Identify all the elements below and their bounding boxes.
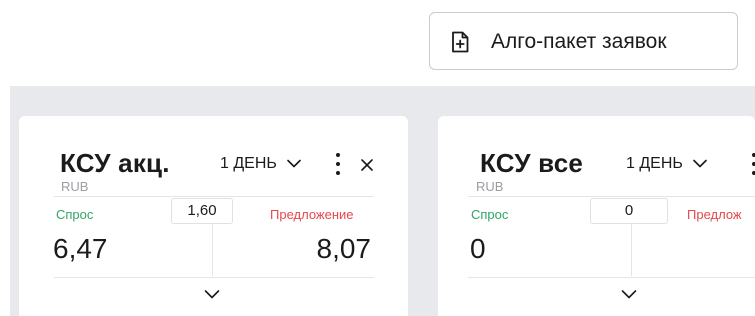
period-selector[interactable]: 1 ДЕНЬ bbox=[626, 155, 708, 173]
bid-label: Спрос bbox=[56, 207, 94, 222]
quote-widget-ksu-vse: КСУ все RUB 1 ДЕНЬ Спрос 0 Предлож 0 bbox=[438, 116, 755, 316]
spread-value: 0 bbox=[590, 198, 668, 224]
more-vertical-icon[interactable] bbox=[334, 152, 342, 176]
bid-ask-divider bbox=[212, 224, 213, 276]
widget-currency: RUB bbox=[61, 179, 89, 194]
algo-order-package-label: Алго-пакет заявок bbox=[491, 30, 667, 53]
top-toolbar: Алго-пакет заявок bbox=[0, 0, 755, 86]
period-selector[interactable]: 1 ДЕНЬ bbox=[220, 155, 302, 173]
bid-value: 0 bbox=[470, 233, 486, 264]
spread-value: 1,60 bbox=[171, 198, 233, 224]
chevron-down-icon[interactable] bbox=[204, 288, 220, 300]
widget-currency: RUB bbox=[476, 179, 504, 194]
ask-value: 8,07 bbox=[316, 233, 372, 264]
values-divider bbox=[54, 277, 374, 278]
quote-widget-ksu-akc: КСУ акц. RUB 1 ДЕНЬ Спрос 1,60 Предложен… bbox=[19, 116, 408, 316]
bid-value: 6,47 bbox=[53, 233, 108, 264]
period-label: 1 ДЕНЬ bbox=[220, 155, 277, 172]
ask-label: Предлож bbox=[687, 207, 742, 222]
close-icon[interactable] bbox=[360, 158, 374, 172]
header-divider bbox=[54, 196, 374, 197]
algo-order-package-button[interactable]: Алго-пакет заявок bbox=[429, 12, 738, 70]
chevron-down-icon[interactable] bbox=[621, 288, 637, 300]
bid-ask-divider bbox=[631, 224, 632, 276]
file-plus-icon bbox=[452, 31, 469, 53]
widget-title: КСУ акц. bbox=[60, 148, 170, 178]
values-divider bbox=[468, 277, 755, 278]
chevron-down-icon bbox=[287, 159, 302, 168]
header-divider bbox=[468, 196, 755, 197]
chevron-down-icon bbox=[693, 159, 708, 168]
ask-label: Предложение bbox=[270, 207, 354, 222]
period-label: 1 ДЕНЬ bbox=[626, 155, 683, 172]
bid-label: Спрос bbox=[471, 207, 509, 222]
widget-title: КСУ все bbox=[480, 148, 584, 178]
more-vertical-icon[interactable] bbox=[750, 152, 755, 176]
